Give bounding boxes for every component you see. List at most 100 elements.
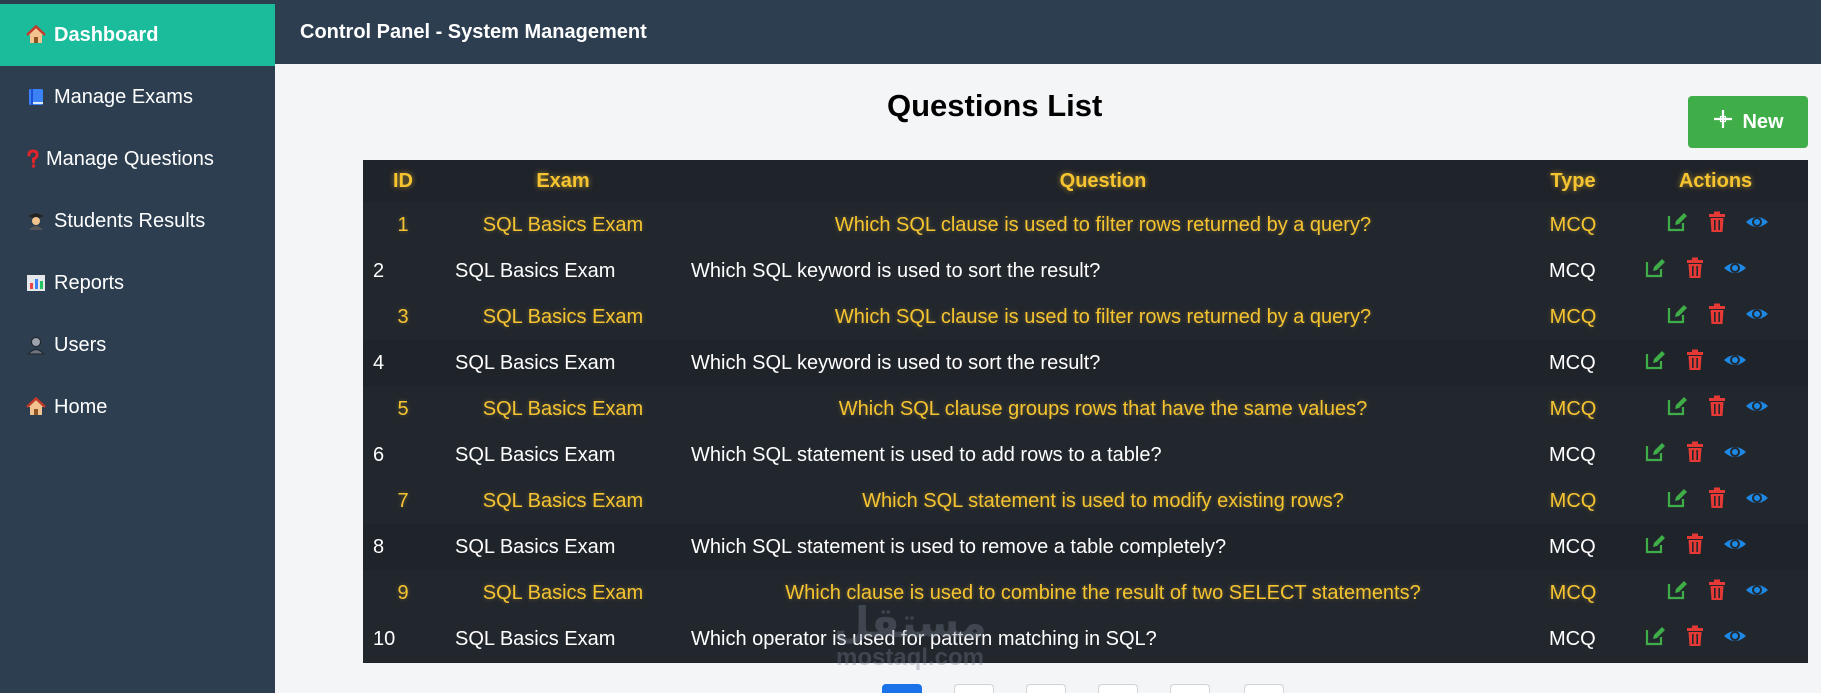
- cell-id: 1: [397, 213, 409, 236]
- cell-question: Which SQL keyword is used to sort the re…: [691, 259, 1101, 282]
- eye-icon[interactable]: [1745, 302, 1769, 332]
- edit-icon[interactable]: [1665, 486, 1689, 516]
- cell-question: Which SQL statement is used to add rows …: [691, 443, 1162, 466]
- cell-exam: SQL Basics Exam: [455, 351, 616, 374]
- book-icon: [26, 87, 48, 107]
- column-header-actions: Actions: [1678, 169, 1753, 192]
- eye-icon[interactable]: [1723, 532, 1747, 562]
- eye-icon[interactable]: [1723, 624, 1747, 654]
- cell-id: 4: [373, 351, 385, 374]
- cell-type: MCQ: [1549, 305, 1597, 328]
- cell-type: MCQ: [1549, 351, 1596, 374]
- trash-icon[interactable]: [1705, 578, 1729, 608]
- sidebar-item-reports[interactable]: Reports: [0, 252, 275, 314]
- cell-type: MCQ: [1549, 397, 1597, 420]
- table-row: 2 SQL Basics Exam Which SQL keyword is use…: [363, 248, 1808, 294]
- cell-question: Which SQL clause groups rows that have t…: [838, 397, 1368, 420]
- student-icon: [26, 211, 48, 231]
- page-button[interactable]: [1170, 684, 1210, 693]
- cell-id: 5: [397, 397, 409, 420]
- table-header: ID Exam Question Type Actions: [363, 160, 1808, 202]
- row-actions: [1643, 524, 1747, 570]
- edit-icon[interactable]: [1643, 624, 1667, 654]
- table-row: 10 SQL Basics Exam Which operator is used …: [363, 616, 1808, 662]
- column-header-exam: Exam: [536, 169, 590, 192]
- cell-exam: SQL Basics Exam: [455, 259, 616, 282]
- cell-type: MCQ: [1549, 627, 1596, 650]
- page-button[interactable]: [1244, 684, 1284, 693]
- sidebar-item-manage-questions[interactable]: Manage Questions: [0, 128, 275, 190]
- row-actions: [1665, 478, 1769, 524]
- edit-icon[interactable]: [1643, 256, 1667, 286]
- row-actions: [1665, 202, 1769, 248]
- cell-exam: SQL Basics Exam: [482, 213, 644, 236]
- edit-icon[interactable]: [1643, 440, 1667, 470]
- plus-icon: [1712, 108, 1734, 136]
- cell-question: Which clause is used to combine the resu…: [785, 581, 1421, 604]
- sidebar-item-students-results[interactable]: Students Results: [0, 190, 275, 252]
- page-button-active[interactable]: [882, 684, 922, 693]
- cell-question: Which SQL statement is used to remove a …: [691, 535, 1227, 558]
- sidebar-item-users[interactable]: Users: [0, 314, 275, 376]
- page-title: Questions List: [887, 88, 1103, 123]
- row-actions: [1643, 432, 1747, 478]
- row-actions: [1643, 616, 1747, 662]
- header-title: Control Panel - System Management: [300, 20, 647, 43]
- cell-id: 6: [373, 443, 385, 466]
- cell-exam: SQL Basics Exam: [482, 581, 644, 604]
- cell-exam: SQL Basics Exam: [455, 535, 616, 558]
- edit-icon[interactable]: [1665, 302, 1689, 332]
- sidebar-item-manage-exams[interactable]: Manage Exams: [0, 66, 275, 128]
- eye-icon[interactable]: [1723, 348, 1747, 378]
- sidebar-item-label: Students Results: [54, 209, 206, 232]
- edit-icon[interactable]: [1665, 578, 1689, 608]
- trash-icon[interactable]: [1683, 624, 1707, 654]
- trash-icon[interactable]: [1705, 302, 1729, 332]
- table-row: 8 SQL Basics Exam Which SQL statement is u…: [363, 524, 1808, 570]
- sidebar-item-label: Home: [54, 395, 108, 418]
- cell-question: Which SQL clause is used to filter rows …: [834, 305, 1372, 328]
- trash-icon[interactable]: [1705, 486, 1729, 516]
- cell-type: MCQ: [1549, 535, 1596, 558]
- sidebar-item-label: Dashboard: [54, 23, 159, 46]
- cell-id: 7: [397, 489, 409, 512]
- edit-icon[interactable]: [1665, 210, 1689, 240]
- sidebar-item-home[interactable]: Home: [0, 376, 275, 438]
- page-button[interactable]: [1098, 684, 1138, 693]
- cell-exam: SQL Basics Exam: [455, 627, 616, 650]
- eye-icon[interactable]: [1745, 210, 1769, 240]
- cell-exam: SQL Basics Exam: [482, 489, 644, 512]
- cell-question: Which SQL clause is used to filter rows …: [834, 213, 1372, 236]
- sidebar: Dashboard Manage Exams Manage Questions …: [0, 0, 275, 693]
- edit-icon[interactable]: [1643, 532, 1667, 562]
- eye-icon[interactable]: [1745, 578, 1769, 608]
- trash-icon[interactable]: [1705, 394, 1729, 424]
- row-actions: [1665, 294, 1769, 340]
- eye-icon[interactable]: [1723, 440, 1747, 470]
- table-row: 1 SQL Basics Exam Which SQL clause is used…: [363, 202, 1808, 248]
- row-actions: [1665, 386, 1769, 432]
- sidebar-item-dashboard[interactable]: Dashboard: [0, 4, 275, 66]
- page-button[interactable]: [1026, 684, 1066, 693]
- trash-icon[interactable]: [1683, 348, 1707, 378]
- page-button[interactable]: [954, 684, 994, 693]
- cell-id: 10: [373, 627, 396, 650]
- edit-icon[interactable]: [1643, 348, 1667, 378]
- eye-icon[interactable]: [1723, 256, 1747, 286]
- edit-icon[interactable]: [1665, 394, 1689, 424]
- new-button-label: New: [1742, 110, 1784, 133]
- eye-icon[interactable]: [1745, 486, 1769, 516]
- column-header-question: Question: [1059, 169, 1147, 192]
- table-row: 4 SQL Basics Exam Which SQL keyword is use…: [363, 340, 1808, 386]
- cell-type: MCQ: [1549, 443, 1596, 466]
- new-button[interactable]: New: [1688, 96, 1808, 148]
- trash-icon[interactable]: [1683, 532, 1707, 562]
- eye-icon[interactable]: [1745, 394, 1769, 424]
- pagination: [0, 684, 1821, 693]
- trash-icon[interactable]: [1683, 256, 1707, 286]
- cell-question: Which SQL statement is used to modify ex…: [862, 489, 1344, 512]
- trash-icon[interactable]: [1705, 210, 1729, 240]
- question-mark-icon: [26, 149, 40, 169]
- table-row: 5 SQL Basics Exam Which SQL clause groups …: [363, 386, 1808, 432]
- trash-icon[interactable]: [1683, 440, 1707, 470]
